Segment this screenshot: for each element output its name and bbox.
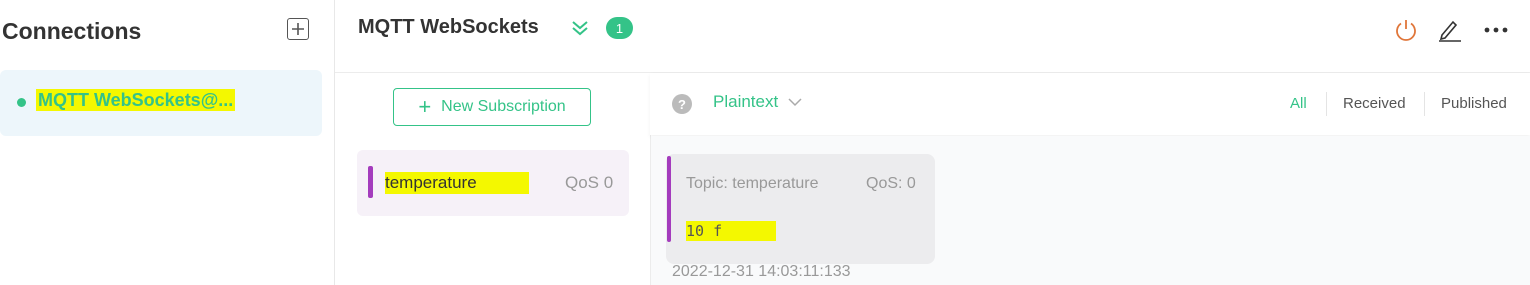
double-chevron-down-icon[interactable] [570,18,590,38]
subscription-count-badge: 1 [606,17,633,39]
filter-published-tab[interactable]: Published [1441,95,1507,112]
message-qos: QoS: 0 [866,175,916,192]
connections-title: Connections [2,18,142,44]
add-connection-button[interactable] [287,18,309,40]
filter-divider [1424,92,1425,116]
new-subscription-button[interactable]: + New Subscription [393,88,591,126]
edit-icon[interactable] [1437,18,1463,42]
message-payload: 10 f [686,221,776,241]
message-color-bar [667,156,671,242]
plus-square-icon [292,23,304,35]
connection-name[interactable]: MQTT WebSockets@... [36,89,236,111]
payload-format-value: Plaintext [713,92,779,111]
help-icon[interactable]: ? [672,94,692,114]
message-topic: Topic: temperature [686,175,819,192]
filter-all-tab[interactable]: All [1290,95,1307,112]
chevron-down-icon [788,98,802,107]
message-card[interactable] [666,154,935,264]
filter-divider [1326,92,1327,116]
plus-icon: + [418,94,432,119]
connection-status-dot [17,98,26,107]
connection-title: MQTT WebSockets [358,16,539,38]
filter-received-tab[interactable]: Received [1343,95,1406,112]
more-icon[interactable] [1483,26,1509,34]
subscription-qos: QoS 0 [565,173,614,192]
subscription-topic: temperature [385,172,529,194]
subscription-color-bar [368,166,373,198]
power-icon[interactable] [1394,18,1418,42]
new-subscription-label: New Subscription [441,98,566,115]
payload-format-select[interactable]: Plaintext [713,92,802,112]
message-timestamp: 2022-12-31 14:03:11:133 [672,263,851,280]
